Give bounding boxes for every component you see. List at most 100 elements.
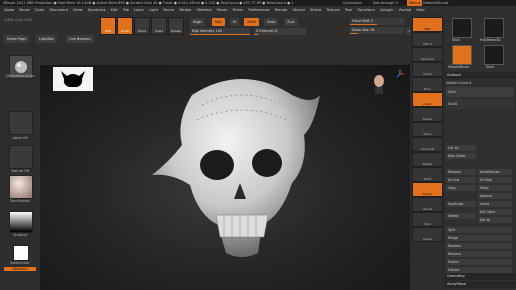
draw-mode-button[interactable]: Draw <box>117 17 133 35</box>
menu-item[interactable]: Alpha <box>4 8 14 12</box>
menu-item[interactable]: Draw <box>73 8 82 12</box>
project-button[interactable]: Project <box>446 259 512 265</box>
tool-thumb-polymesh[interactable] <box>484 18 504 38</box>
main-color-swatch[interactable] <box>13 245 29 261</box>
frame-button[interactable]: Frame <box>412 107 443 122</box>
draw-size-slider[interactable]: Draw Size 16 <box>350 27 404 34</box>
menu-item[interactable]: Tool <box>345 8 352 12</box>
rename-button[interactable]: Rename <box>446 169 476 175</box>
floor-button[interactable]: Floor <box>412 77 443 92</box>
zcut-button[interactable]: Zcut <box>284 18 298 26</box>
rotate-view-button[interactable]: Rotate <box>412 152 443 167</box>
all-low-button[interactable]: All Low <box>446 177 476 183</box>
insert-button[interactable]: Insert <box>478 201 512 207</box>
tool-name: PolyMesh3D <box>480 38 501 42</box>
switch-color-label[interactable]: SwitchColor <box>0 261 40 265</box>
menu-item[interactable]: Preferences <box>248 8 269 12</box>
z-intensity-slider[interactable]: Z Intensity 8 <box>254 28 306 35</box>
menu-item[interactable]: Document <box>49 8 68 12</box>
menu-item[interactable]: Zscript <box>399 8 411 12</box>
move-view-button[interactable]: Move <box>412 122 443 137</box>
duplicate-button[interactable]: Duplicate <box>446 201 476 207</box>
transp-button[interactable]: Transp <box>412 182 443 197</box>
menu-item[interactable]: Material <box>197 8 212 12</box>
z-intensity-fill <box>254 34 259 35</box>
split-button[interactable]: Split <box>446 227 512 233</box>
rotate-mode-button[interactable]: Rotate <box>168 17 184 35</box>
menu-item[interactable]: Stencil <box>293 8 305 12</box>
ghost-button[interactable]: Ghost <box>412 197 443 212</box>
dynamic-dock-button[interactable]: Dynamic <box>412 47 443 62</box>
zsub-button[interactable]: Zsub <box>264 18 279 26</box>
menu-item[interactable]: Dynamics <box>88 8 106 12</box>
menu-item[interactable]: Macro <box>163 8 174 12</box>
tool-thumb-skull[interactable] <box>452 18 472 38</box>
menu-item[interactable]: Brush <box>19 8 29 12</box>
axis-gizmo-icon[interactable] <box>395 69 405 79</box>
menu-item[interactable]: Help <box>416 8 424 12</box>
move-mode-button[interactable]: Move <box>134 17 150 35</box>
copy-button[interactable]: Copy <box>446 185 476 191</box>
gradient-swatch[interactable] <box>9 211 33 233</box>
new-folder-button[interactable]: New Folder <box>446 153 476 159</box>
mrgb-button[interactable]: Mrgb <box>190 18 205 26</box>
alternate-button[interactable]: Alternate <box>4 267 36 271</box>
remesh-button[interactable]: Remesh <box>446 251 512 257</box>
live-boolean-button[interactable]: Live Boolean <box>66 35 94 43</box>
polyframe-button[interactable]: PolyF <box>412 167 443 182</box>
alpha-slot[interactable] <box>9 111 33 135</box>
del-all-button[interactable]: Del All <box>478 217 512 223</box>
all-high-button[interactable]: All High <box>478 177 512 183</box>
geometry-heading[interactable]: Geometry <box>444 273 516 280</box>
menu-item[interactable]: Movie <box>217 8 228 12</box>
append-button[interactable]: Append <box>478 193 512 199</box>
subtool-heading[interactable]: Subtool <box>444 72 516 79</box>
menu-item[interactable]: Marker <box>179 8 191 12</box>
rgb-intensity-slider[interactable]: Rgb Intensity 100 <box>190 28 250 35</box>
menu-item[interactable]: Texture <box>327 8 340 12</box>
menu-item[interactable]: Transform <box>357 8 375 12</box>
autoreorder-button[interactable]: AutoReorder <box>478 169 512 175</box>
solo-label: Solo <box>424 222 431 226</box>
xpose-button[interactable]: Xpose <box>412 227 443 242</box>
texture-slot[interactable] <box>9 145 33 169</box>
home-page-button[interactable]: Home Page <box>4 35 30 43</box>
menu-item[interactable]: Render <box>275 8 288 12</box>
subtool-item[interactable]: Skull <box>446 87 514 97</box>
menu-item[interactable]: Stroke <box>310 8 321 12</box>
menu-item[interactable]: Color <box>35 8 44 12</box>
solo-button[interactable]: Solo <box>412 212 443 227</box>
list-all-button[interactable]: List All <box>446 145 476 151</box>
menu-item[interactable]: File <box>123 8 129 12</box>
focal-shift-slider[interactable]: Focal Shift 0 <box>350 18 404 25</box>
menu-item[interactable]: Layer <box>134 8 144 12</box>
menu-item[interactable]: Zplugin <box>380 8 394 12</box>
delete-button[interactable]: Delete <box>446 213 476 219</box>
subtool-item[interactable]: Skull1 <box>446 99 514 109</box>
persp-label: Persp <box>423 72 432 76</box>
tool-thumb-simplebrush[interactable] <box>452 45 472 65</box>
menu-item[interactable]: Picker <box>232 8 243 12</box>
material-slot[interactable] <box>9 175 33 199</box>
menu-item[interactable]: Edit <box>111 8 118 12</box>
merge-button[interactable]: Merge <box>446 235 512 241</box>
bpr-button[interactable]: BPR <box>412 17 443 32</box>
local-symmetry-button[interactable]: L.Sym <box>412 92 443 107</box>
zoom3d-button[interactable]: Zoom3D <box>412 137 443 152</box>
zadd-button[interactable]: Zadd <box>244 18 259 26</box>
viewport-canvas[interactable] <box>40 65 410 290</box>
arraymesh-heading[interactable]: ArrayMesh <box>444 281 516 288</box>
scale-mode-button[interactable]: Scale <box>151 17 167 35</box>
del-other-button[interactable]: Del Other <box>478 209 512 215</box>
m-button[interactable]: M <box>230 18 239 26</box>
boolean-button[interactable]: Boolean <box>446 243 512 249</box>
spix-button[interactable]: SPix 3 <box>412 32 443 47</box>
tool-thumb-skull-2[interactable] <box>484 45 504 65</box>
lightbox-button[interactable]: LightBox <box>36 35 57 43</box>
rgb-button[interactable]: Rgb <box>212 18 225 26</box>
paste-button[interactable]: Paste <box>478 185 512 191</box>
edit-mode-button[interactable]: Edit <box>100 17 116 35</box>
persp-button[interactable]: Persp <box>412 62 443 77</box>
navigation-head-icon[interactable] <box>372 73 386 95</box>
menu-item[interactable]: Light <box>149 8 158 12</box>
